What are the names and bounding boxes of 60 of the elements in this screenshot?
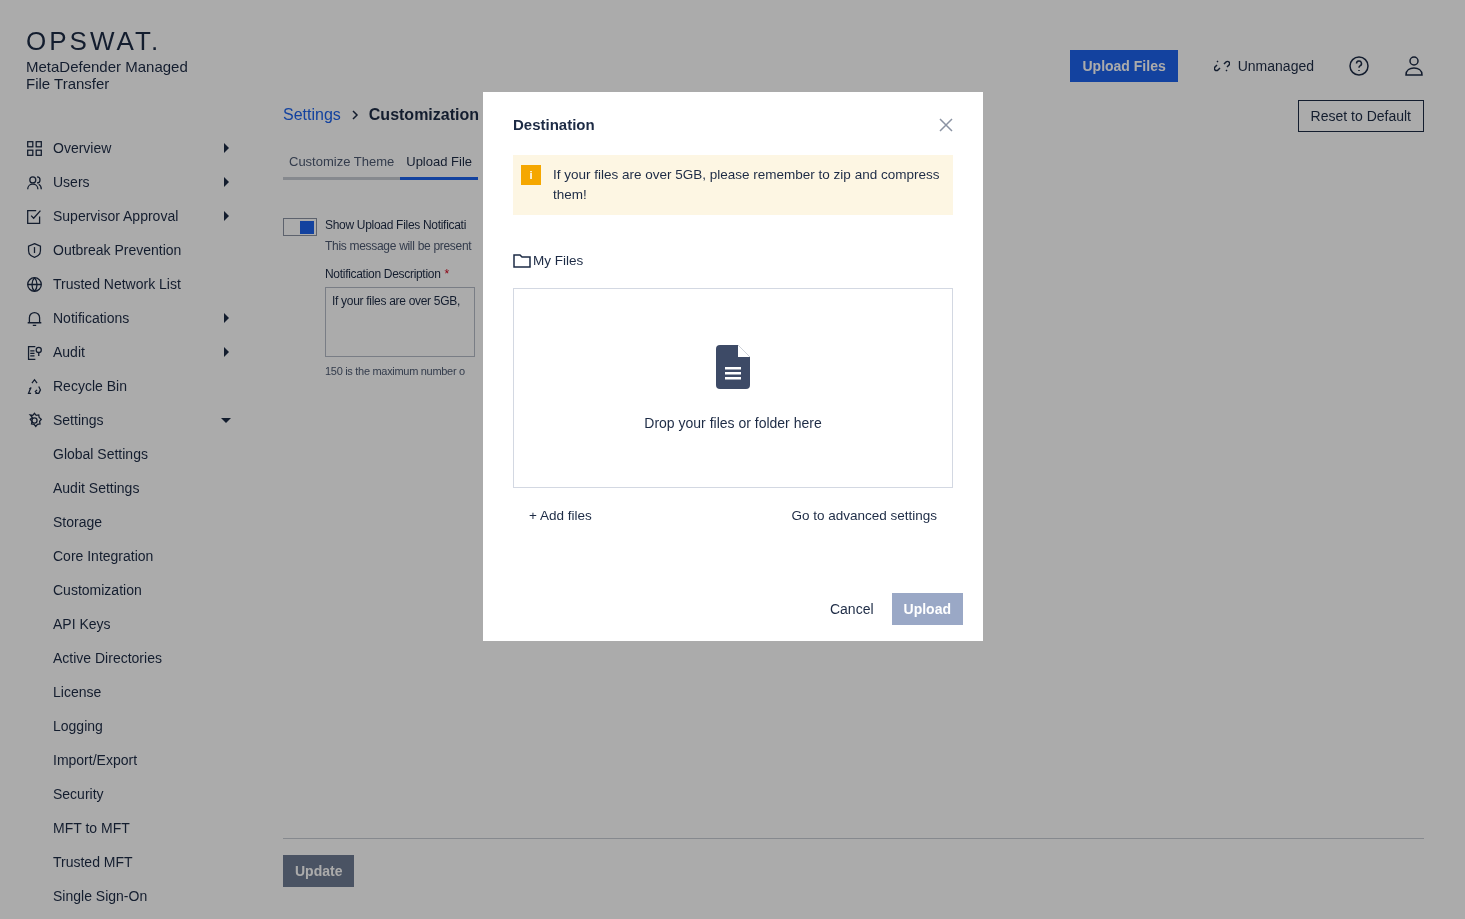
checkbox-icon [26,207,43,225]
warning-text: If your files are over 5GB, please remember to zip and compress them! [553,166,941,204]
info-badge: i [521,165,541,185]
sidebar-subitem[interactable]: Logging [26,709,258,743]
bell-icon [26,309,43,327]
product-name: MetaDefender Managed File Transfer [26,58,189,92]
reset-to-default-button[interactable]: Reset to Default [1297,100,1424,132]
sidebar-subitem[interactable]: Storage [26,505,258,539]
sidebar-item[interactable]: Audit [26,335,231,369]
sidebar-subitem[interactable]: Active Directories [26,641,258,675]
sidebar-subitem[interactable]: Customization [26,573,258,607]
sidebar-item[interactable]: Recycle Bin [26,369,231,403]
dialog-title: Destination [513,116,595,133]
upload-files-button[interactable]: Upload Files [1070,50,1178,82]
sidebar-item[interactable]: Users [26,165,231,199]
sidebar-subitem[interactable]: Audit Settings [26,471,258,505]
sidebar-item[interactable]: Trusted Network List [26,267,231,301]
status-label: Unmanaged [1237,58,1314,74]
sidebar-item[interactable]: Settings [26,403,231,437]
add-files-link[interactable]: + Add files [529,508,592,523]
sidebar-subitem[interactable]: Trusted MFT [26,845,258,879]
globe-icon [26,275,43,293]
hint-text: This message will be present [325,239,473,253]
description-field[interactable]: If your files are over 5GB, [325,287,475,357]
sidebar-subitem[interactable]: License [26,675,258,709]
breadcrumb-current: Customization [368,106,480,124]
folder-icon [513,253,531,268]
breadcrumb-link[interactable]: Settings [283,106,341,124]
document-icon [716,345,750,389]
close-icon[interactable] [939,117,953,132]
sidebar-subitem[interactable]: Global Settings [26,437,258,471]
drop-text: Drop your files or folder here [644,415,822,431]
sidebar-subitem[interactable]: MFT to MFT [26,811,258,845]
field-label: Notification Description * [325,267,450,281]
help-icon[interactable] [1348,55,1370,77]
sidebar-item[interactable]: Outbreak Prevention [26,233,231,267]
logo: OPSWAT. [26,28,163,54]
shield-icon [26,241,43,259]
users-icon [26,173,43,191]
gear-icon [26,411,43,429]
sidebar-subitem[interactable]: Security [26,777,258,811]
sidebar-subitem[interactable]: Core Integration [26,539,258,573]
sidebar-item[interactable]: Notifications [26,301,231,335]
advanced-settings-link[interactable]: Go to advanced settings [791,508,937,523]
sidebar-subitem[interactable]: API Keys [26,607,258,641]
limit-note: 150 is the maximum number o [325,365,466,377]
toggle-label: Show Upload Files Notificati [325,218,467,232]
user-icon[interactable] [1404,55,1424,77]
tab[interactable]: Upload File [400,146,478,180]
cancel-button[interactable]: Cancel [823,600,880,618]
grid-icon [26,139,43,157]
report-icon [26,343,43,361]
sidebar-item[interactable]: Overview [26,131,231,165]
drop-zone[interactable]: Drop your files or folder here [513,288,953,488]
sidebar-subitem[interactable]: Import/Export [26,743,258,777]
sidebar-item[interactable]: Supervisor Approval [26,199,231,233]
sidebar-subitem[interactable]: Single Sign-On [26,879,258,913]
toggle-switch[interactable] [283,218,317,236]
tab[interactable]: Customize Theme [283,146,401,180]
folder-link[interactable]: My Files [533,253,584,268]
